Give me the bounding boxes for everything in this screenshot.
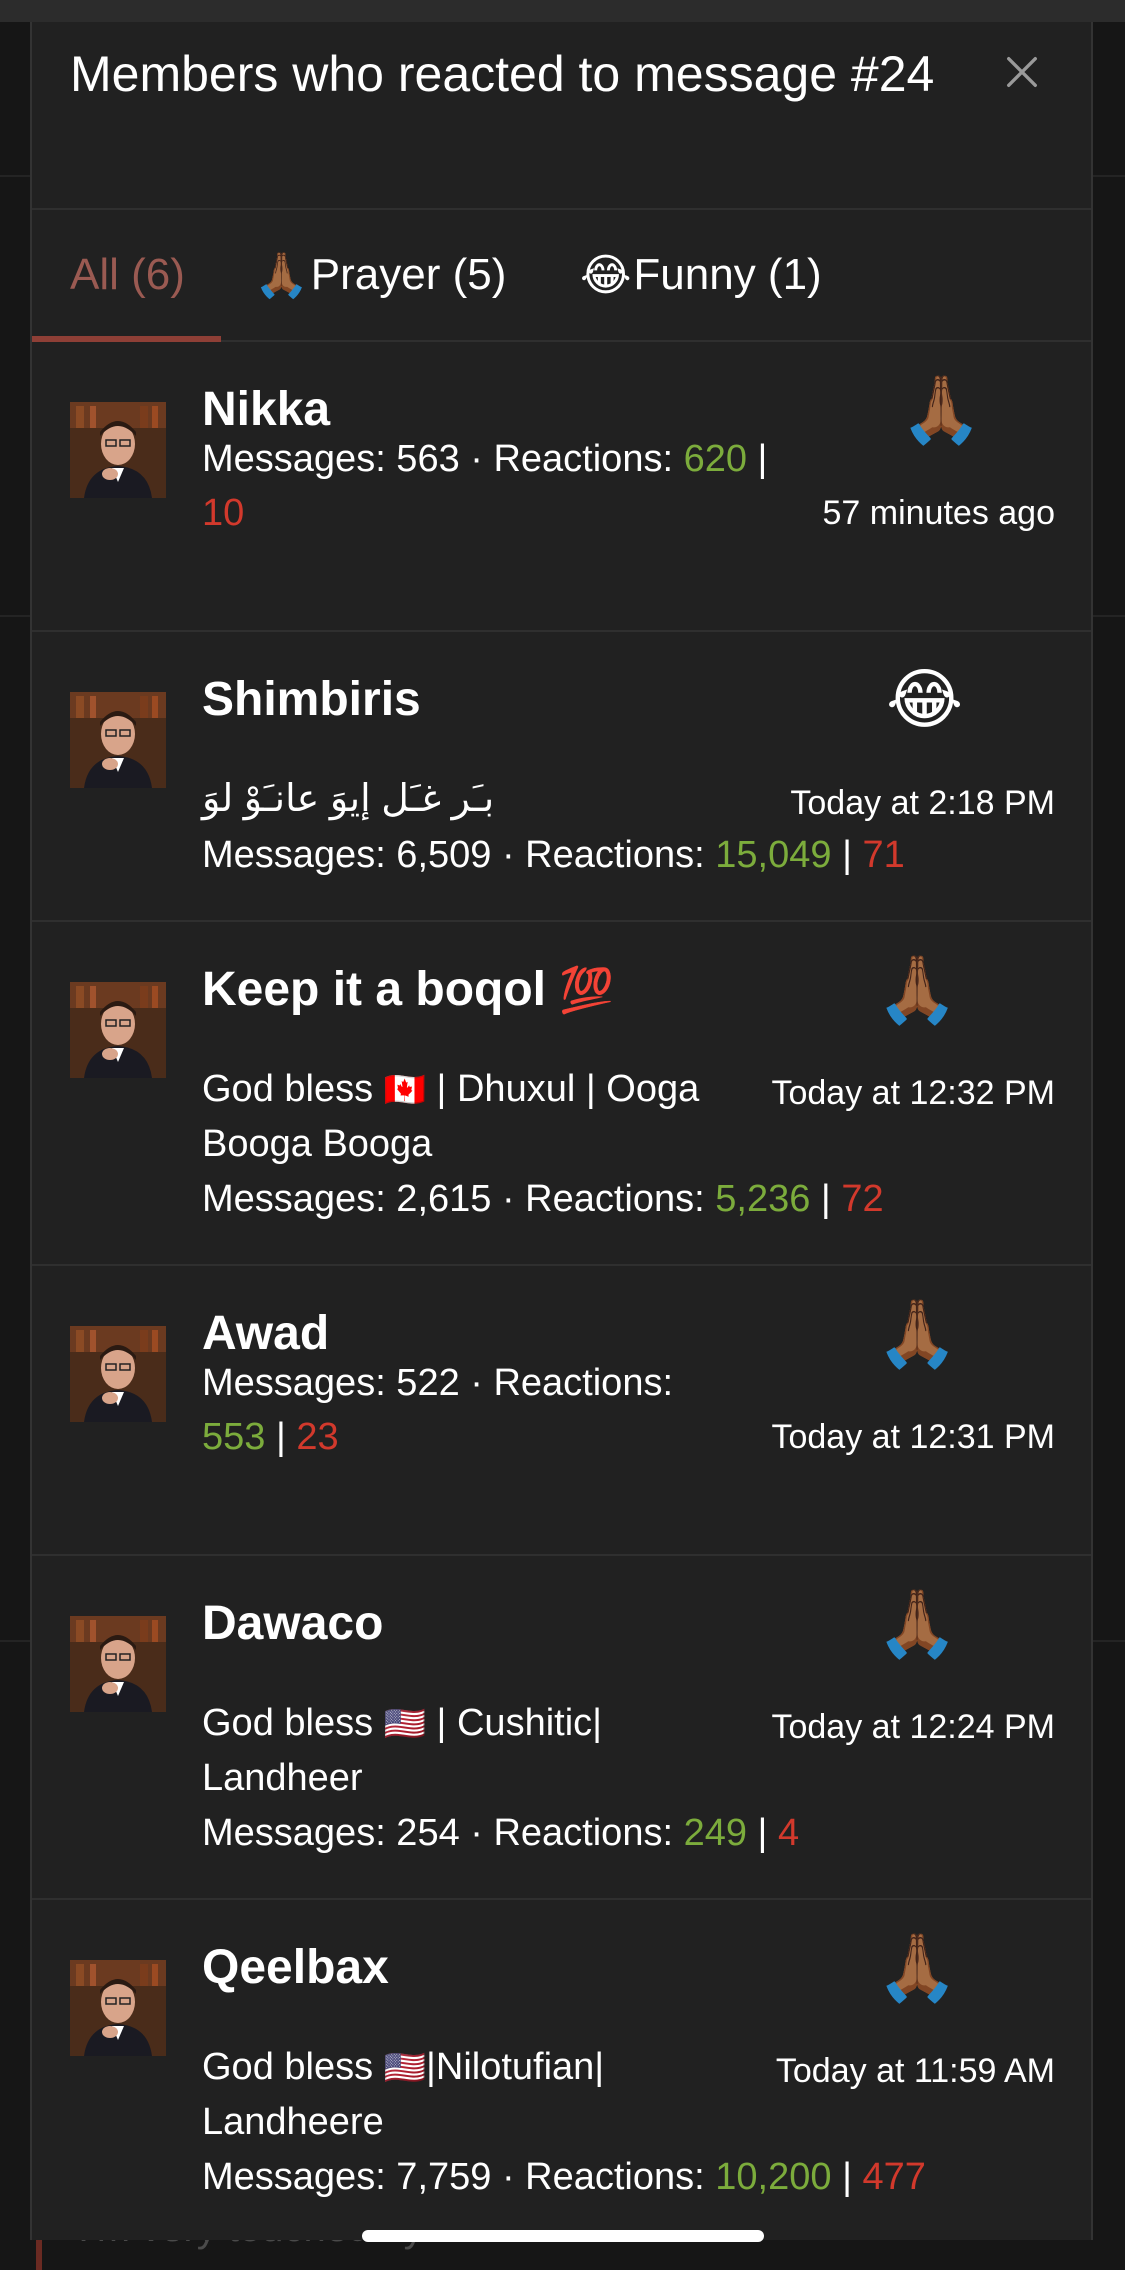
stats-separator: | (842, 2156, 852, 2198)
prayer-icon: 🙏🏾 (254, 251, 309, 300)
member-name[interactable]: Qeelbax (202, 1940, 389, 1995)
prayer-icon: 🙏🏾 (876, 952, 959, 1026)
stats-separator: | (820, 1178, 831, 1220)
member-name[interactable]: Nikka (202, 382, 330, 437)
stats-text: Messages: 522 · Reactions: (202, 1362, 674, 1404)
member-signature: بـَر غـَل إيوَ عانـَوْ لوَ (202, 778, 495, 820)
stats-separator: | (757, 1812, 768, 1854)
tab-all[interactable]: All (6) (32, 210, 221, 342)
member-row[interactable]: Keep it a boqol 💯 God bless 🇨🇦 | Dhuxul … (32, 922, 1091, 1266)
stats-text: Messages: 2,615 · Reactions: (202, 1178, 716, 1220)
member-name[interactable]: Keep it a boqol 💯 (202, 962, 614, 1017)
positive-reactions: 249 (683, 1812, 747, 1854)
positive-reactions: 553 (202, 1416, 266, 1458)
laughing-icon: 😂 (580, 250, 632, 300)
member-name[interactable]: Awad (202, 1306, 329, 1361)
close-button[interactable] (992, 42, 1052, 102)
reaction-time: Today at 12:24 PM (771, 1708, 1055, 1746)
member-name-text: Keep it a boqol (202, 963, 547, 1016)
modal-title: Members who reacted to message #24 (70, 46, 935, 102)
stats-text: Messages: 254 · Reactions: (202, 1812, 684, 1854)
signature-text: God bless (202, 1702, 384, 1744)
negative-reactions: 477 (862, 2156, 926, 2198)
negative-reactions: 23 (296, 1416, 339, 1458)
signature-text: God bless (202, 1068, 384, 1110)
negative-reactions: 72 (841, 1178, 884, 1220)
positive-reactions: 5,236 (715, 1178, 811, 1220)
status-strip (0, 0, 1125, 22)
usa-flag-icon: 🇺🇸 (383, 2049, 426, 2087)
member-row[interactable]: Qeelbax God bless 🇺🇸|Nilotufian| Landhee… (32, 1900, 1091, 2240)
avatar[interactable] (70, 982, 166, 1078)
negative-reactions: 71 (862, 834, 905, 876)
hundred-points-icon: 💯 (559, 966, 615, 1015)
stats-separator: | (757, 438, 768, 480)
avatar[interactable] (70, 692, 166, 788)
modal-header: Members who reacted to message #24 (32, 22, 1091, 210)
tab-all-label: All (6) (70, 250, 185, 299)
negative-reactions: 10 (202, 492, 245, 534)
member-stats: Messages: 6,509 · Reactions: 15,049 | 71 (202, 828, 942, 882)
reaction-tabs: All (6) 🙏🏾 Prayer (5) 😂 Funny (1) (32, 210, 1091, 342)
member-name[interactable]: Dawaco (202, 1596, 383, 1651)
member-name[interactable]: Shimbiris (202, 672, 421, 727)
member-row[interactable]: Shimbiris بـَر غـَل إيوَ عانـَوْ لوَ Mes… (32, 632, 1091, 922)
prayer-icon: 🙏🏾 (876, 1296, 959, 1370)
member-signature: God bless 🇨🇦 | Dhuxul | Ooga Booga Booga (202, 1062, 762, 1171)
prayer-icon: 🙏🏾 (876, 1586, 959, 1660)
canada-flag-icon: 🇨🇦 (383, 1071, 426, 1109)
stats-text: Messages: 6,509 · Reactions: (202, 834, 716, 876)
avatar[interactable] (70, 402, 166, 498)
stats-separator: | (842, 834, 852, 876)
tab-funny[interactable]: 😂 Funny (1) (580, 210, 822, 340)
member-stats: Messages: 563 · Reactions: 620 | 10 (202, 432, 782, 540)
member-row[interactable]: Dawaco God bless 🇺🇸 | Cushitic| Landheer… (32, 1556, 1091, 1900)
positive-reactions: 15,049 (715, 834, 832, 876)
home-indicator[interactable] (362, 2230, 764, 2242)
positive-reactions: 10,200 (715, 2156, 832, 2198)
member-stats: Messages: 7,759 · Reactions: 10,200 | 47… (202, 2150, 942, 2204)
close-icon (1007, 57, 1037, 87)
tab-prayer[interactable]: 🙏🏾 Prayer (5) (254, 210, 506, 340)
member-signature: God bless 🇺🇸 | Cushitic| Landheer (202, 1696, 672, 1805)
reaction-time: Today at 2:18 PM (790, 784, 1055, 822)
member-row[interactable]: Nikka Messages: 563 · Reactions: 620 | 1… (32, 342, 1091, 632)
stats-separator: | (275, 1416, 286, 1458)
avatar[interactable] (70, 1326, 166, 1422)
reactions-modal: Members who reacted to message #24 All (… (30, 22, 1093, 2240)
member-stats: Messages: 2,615 · Reactions: 5,236 | 72 (202, 1172, 942, 1226)
usa-flag-icon: 🇺🇸 (383, 1705, 426, 1743)
member-stats: Messages: 254 · Reactions: 249 | 4 (202, 1806, 942, 1860)
reaction-time: Today at 11:59 AM (775, 2052, 1055, 2090)
laughing-icon: 😂 (886, 662, 964, 736)
avatar[interactable] (70, 1960, 166, 2056)
tab-prayer-label: Prayer (5) (310, 250, 507, 299)
avatar[interactable] (70, 1616, 166, 1712)
stats-text: Messages: 563 · Reactions: (202, 438, 684, 480)
member-signature: God bless 🇺🇸|Nilotufian| Landheere (202, 2040, 672, 2149)
reaction-time: 57 minutes ago (822, 494, 1056, 532)
positive-reactions: 620 (683, 438, 747, 480)
member-stats: Messages: 522 · Reactions: 553 | 23 (202, 1356, 722, 1464)
signature-text: God bless (202, 2046, 384, 2088)
negative-reactions: 4 (777, 1812, 800, 1854)
stats-text: Messages: 7,759 · Reactions: (202, 2156, 716, 2198)
prayer-icon: 🙏🏾 (900, 372, 983, 446)
reaction-time: Today at 12:32 PM (771, 1074, 1055, 1112)
tab-funny-label: Funny (1) (633, 250, 822, 299)
reaction-time: Today at 12:31 PM (771, 1418, 1055, 1456)
prayer-icon: 🙏🏾 (876, 1930, 959, 2004)
member-row[interactable]: Awad Messages: 522 · Reactions: 553 | 23… (32, 1266, 1091, 1556)
